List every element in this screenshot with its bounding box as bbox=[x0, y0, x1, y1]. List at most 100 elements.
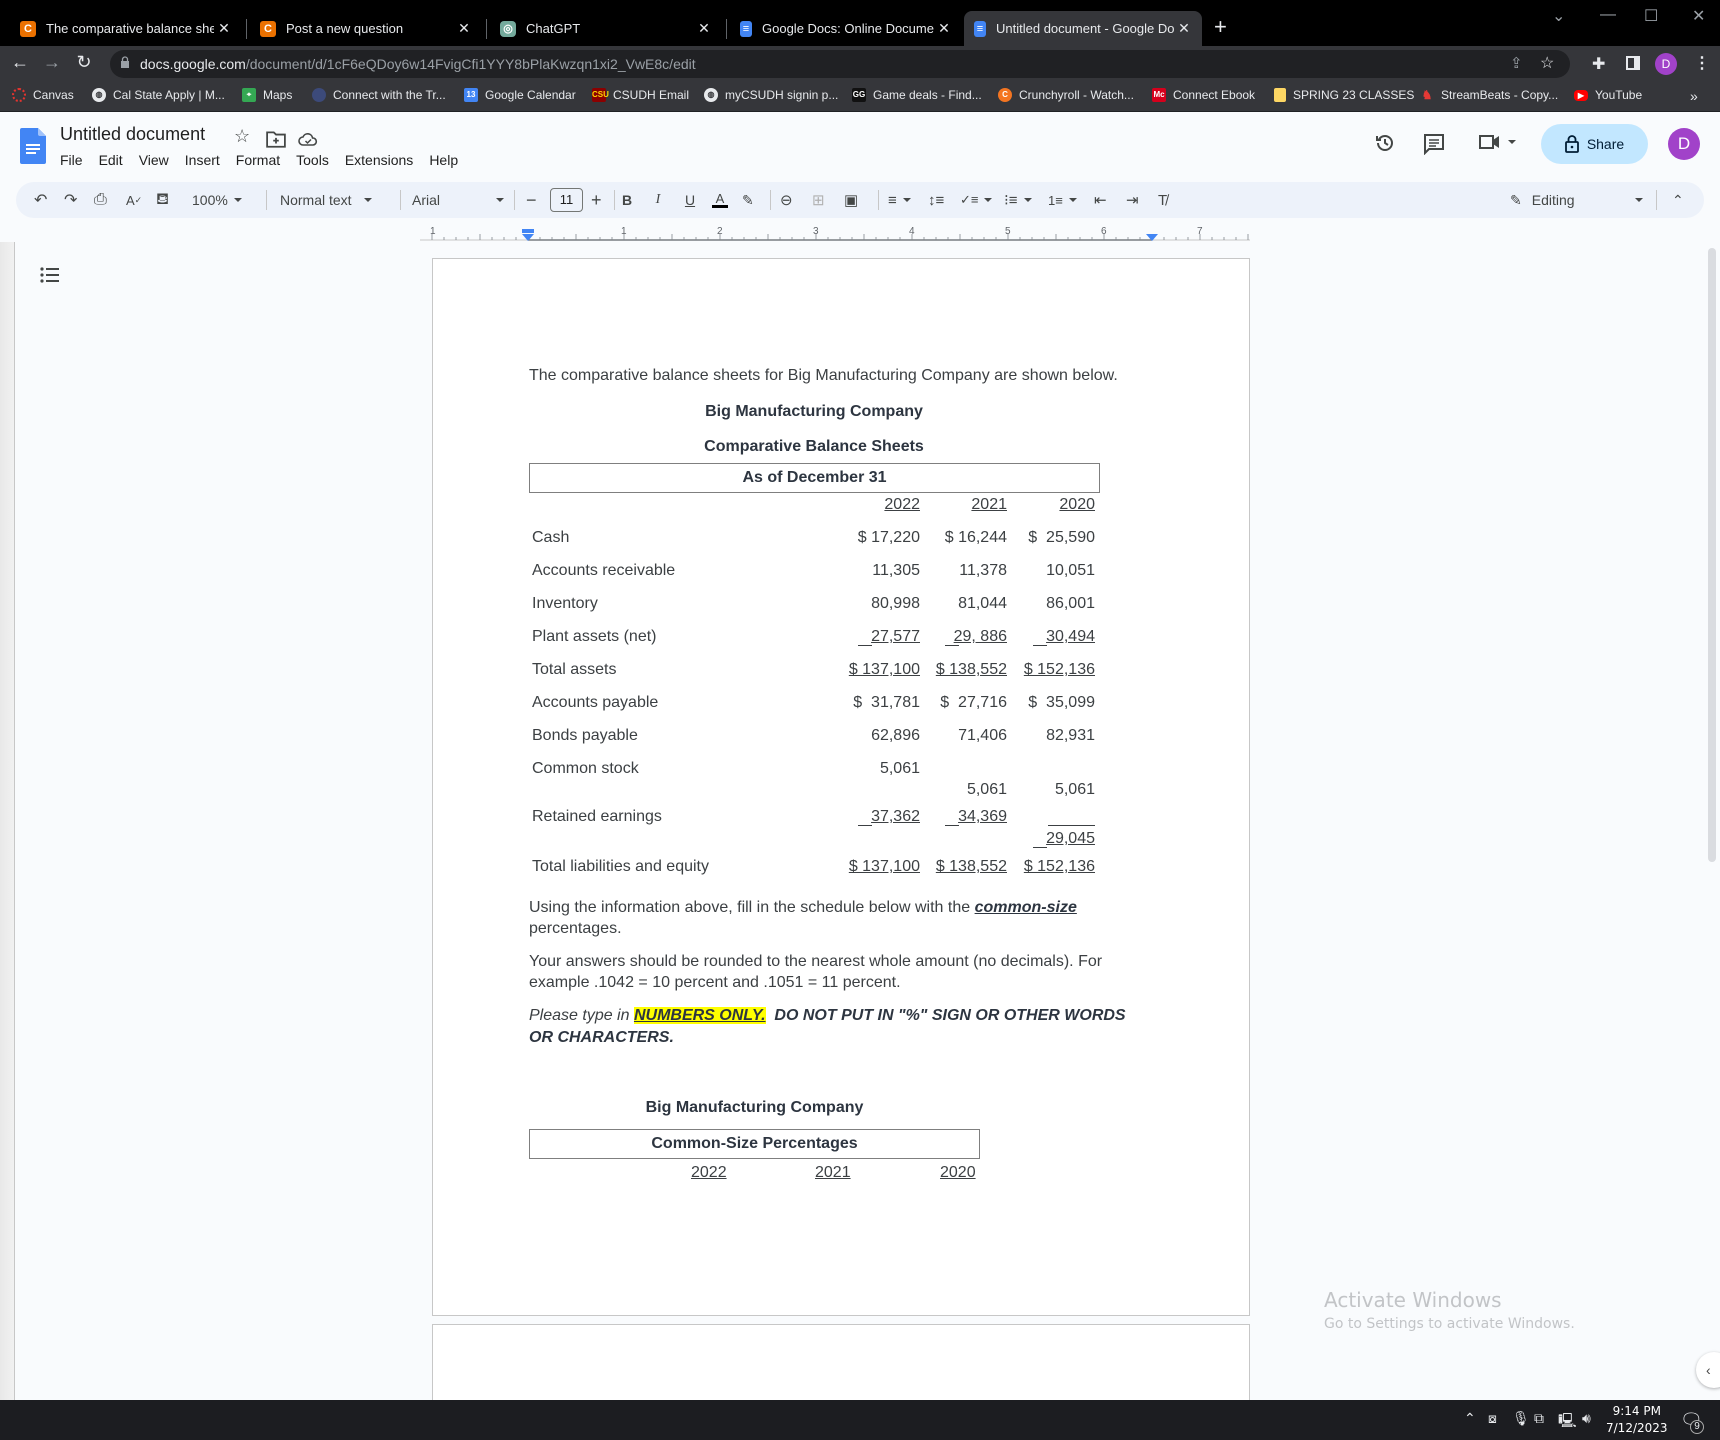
bookmark[interactable]: ◍ Cal State Apply | M... bbox=[92, 88, 225, 102]
close-window-button[interactable]: ✕ bbox=[1692, 6, 1705, 26]
bookmark[interactable]: ▶ YouTube bbox=[1574, 88, 1642, 102]
reload-button[interactable]: ↻ bbox=[72, 52, 96, 73]
menu-format[interactable]: Format bbox=[236, 152, 288, 168]
align-icon[interactable]: ≡ bbox=[888, 190, 911, 210]
hide-menus-icon[interactable]: ⌃ bbox=[1672, 190, 1684, 210]
new-tab-button[interactable]: + bbox=[1214, 14, 1227, 40]
instruction-rounding-line2[interactable]: example .1042 = 10 percent and .1051 = 1… bbox=[529, 973, 901, 993]
bookmark[interactable]: 13 Google Calendar bbox=[464, 88, 576, 102]
browser-menu-icon[interactable]: ⋮ bbox=[1694, 53, 1710, 73]
instruction-common-size[interactable]: Using the information above, fill in the… bbox=[529, 898, 1077, 918]
underline-button[interactable]: U bbox=[676, 190, 704, 210]
version-history-icon[interactable] bbox=[1374, 132, 1396, 154]
bookmark[interactable]: ♞ StreamBeats - Copy... bbox=[1420, 88, 1559, 102]
bookmark[interactable]: ⌖ Maps bbox=[242, 88, 292, 102]
insert-link-icon[interactable]: ⊖ bbox=[780, 190, 793, 210]
tab-search-icon[interactable]: ⌄ bbox=[1552, 6, 1565, 26]
font-select[interactable]: Arial bbox=[412, 190, 504, 210]
bookmark[interactable]: C Crunchyroll - Watch... bbox=[998, 88, 1134, 102]
bookmark[interactable]: Connect with the Tr... bbox=[312, 88, 446, 102]
clear-formatting-icon[interactable]: T̸ bbox=[1158, 190, 1167, 210]
instruction-rounding-line1[interactable]: Your answers should be rounded to the ne… bbox=[529, 952, 1102, 972]
maximize-button[interactable]: ☐ bbox=[1644, 6, 1658, 26]
instruction-numbers-only-line2[interactable]: OR CHARACTERS. bbox=[529, 1028, 674, 1048]
profile-avatar[interactable]: D bbox=[1655, 53, 1677, 75]
line-spacing-icon[interactable]: ↕≡ bbox=[928, 190, 944, 210]
menu-file[interactable]: File bbox=[60, 152, 91, 168]
instruction-numbers-only[interactable]: Please type in NUMBERS ONLY. DO NOT PUT … bbox=[529, 1006, 1126, 1026]
insert-image-icon[interactable]: ▣ bbox=[844, 190, 858, 210]
close-tab-icon[interactable]: ✕ bbox=[694, 20, 714, 37]
back-button[interactable]: ← bbox=[8, 52, 32, 73]
minimize-button[interactable]: — bbox=[1600, 6, 1616, 24]
show-hidden-icons-icon[interactable]: ⌃ bbox=[1464, 1410, 1476, 1427]
browser-tab[interactable]: ◎ ChatGPT ✕ bbox=[490, 11, 722, 46]
editing-mode-select[interactable]: ✎ Editing bbox=[1510, 190, 1643, 210]
close-tab-icon[interactable]: ✕ bbox=[934, 20, 954, 37]
close-tab-icon[interactable]: ✕ bbox=[214, 20, 234, 37]
instruction-common-size-line2[interactable]: percentages. bbox=[529, 919, 622, 939]
decrease-indent-icon[interactable]: ⇤ bbox=[1094, 190, 1107, 210]
microphone-icon[interactable]: 🎙︎ bbox=[1512, 1410, 1530, 1427]
menu-help[interactable]: Help bbox=[429, 152, 466, 168]
bookmark[interactable]: Canvas bbox=[12, 88, 74, 102]
share-button[interactable]: Share bbox=[1541, 124, 1648, 164]
meet-button[interactable] bbox=[1478, 132, 1516, 152]
paint-format-icon[interactable]: ⛾ bbox=[156, 190, 169, 210]
volume-icon[interactable]: 🔊︎ bbox=[1582, 1410, 1591, 1427]
extensions-icon[interactable]: ✚ bbox=[1592, 54, 1605, 74]
highlight-color-icon[interactable]: ✎ bbox=[742, 190, 754, 210]
more-bookmarks-button[interactable]: » bbox=[1690, 88, 1698, 104]
bold-button[interactable]: B bbox=[612, 190, 642, 210]
vertical-ruler[interactable] bbox=[0, 242, 14, 1400]
text-color-button[interactable]: A bbox=[706, 190, 734, 210]
menu-insert[interactable]: Insert bbox=[185, 152, 228, 168]
display-icon[interactable]: ⧉ bbox=[1534, 1410, 1544, 1427]
spellcheck-icon[interactable]: A ✓ bbox=[126, 190, 142, 210]
camera-icon[interactable]: ⧇ bbox=[1488, 1410, 1497, 1427]
comments-icon[interactable] bbox=[1423, 133, 1445, 155]
zoom-select[interactable]: 100% bbox=[192, 190, 242, 210]
menu-tools[interactable]: Tools bbox=[296, 152, 337, 168]
font-size-input[interactable]: 11 bbox=[550, 188, 583, 212]
document-title[interactable]: Untitled document bbox=[60, 124, 205, 145]
italic-button[interactable]: I bbox=[644, 190, 672, 210]
cloud-saved-icon[interactable] bbox=[298, 129, 318, 149]
intro-paragraph[interactable]: The comparative balance sheets for Big M… bbox=[529, 366, 1118, 386]
forward-button[interactable]: → bbox=[40, 52, 64, 73]
first-line-indent-marker[interactable] bbox=[522, 229, 534, 233]
browser-tab[interactable]: ≡ Google Docs: Online Document E ✕ bbox=[730, 11, 962, 46]
vertical-scrollbar[interactable] bbox=[1708, 248, 1716, 862]
increase-font-size-button[interactable]: + bbox=[591, 190, 602, 210]
bulleted-list-icon[interactable]: ⁝≡ bbox=[1004, 190, 1032, 210]
share-page-icon[interactable]: ⇪ bbox=[1510, 54, 1523, 72]
close-tab-icon[interactable]: ✕ bbox=[454, 20, 474, 37]
numbered-list-icon[interactable]: 1≡ bbox=[1048, 190, 1077, 210]
undo-icon[interactable]: ↶ bbox=[34, 190, 47, 210]
side-panel-icon[interactable] bbox=[1626, 56, 1640, 70]
browser-tab[interactable]: C Post a new question ✕ bbox=[250, 11, 482, 46]
add-comment-icon[interactable]: ⊞ bbox=[812, 190, 825, 210]
redo-icon[interactable]: ↷ bbox=[64, 190, 77, 210]
bookmark-star-icon[interactable]: ☆ bbox=[1540, 53, 1554, 73]
close-tab-icon[interactable]: ✕ bbox=[1174, 20, 1194, 37]
menu-extensions[interactable]: Extensions bbox=[345, 152, 421, 168]
bookmark[interactable]: SPRING 23 CLASSES bbox=[1274, 88, 1414, 102]
print-icon[interactable]: ⎙ bbox=[94, 190, 107, 210]
account-avatar[interactable]: D bbox=[1668, 128, 1700, 160]
menu-view[interactable]: View bbox=[139, 152, 177, 168]
network-icon[interactable]: 🖳︎ bbox=[1558, 1410, 1577, 1434]
browser-tab[interactable]: C The comparative balance sheets f ✕ bbox=[10, 11, 242, 46]
bookmark[interactable]: Mc Connect Ebook bbox=[1152, 88, 1255, 102]
paragraph-style-select[interactable]: Normal text bbox=[280, 190, 372, 210]
bookmark[interactable]: ◍ myCSUDH signin p... bbox=[704, 88, 838, 102]
checklist-icon[interactable]: ✓≡ bbox=[960, 190, 993, 210]
taskbar-clock[interactable]: 9:14 PM 7/12/2023 bbox=[1606, 1403, 1668, 1437]
notifications-icon[interactable]: 🗨︎ 9 bbox=[1680, 1410, 1704, 1434]
document-outline-icon[interactable] bbox=[40, 266, 60, 284]
bookmark[interactable]: CSU CSUDH Email bbox=[592, 88, 689, 102]
star-icon[interactable]: ☆ bbox=[234, 126, 254, 146]
url-text[interactable]: docs.google.com/document/d/1cF6eQDoy6w14… bbox=[140, 56, 696, 72]
menu-edit[interactable]: Edit bbox=[99, 152, 131, 168]
move-to-folder-icon[interactable] bbox=[266, 129, 286, 149]
